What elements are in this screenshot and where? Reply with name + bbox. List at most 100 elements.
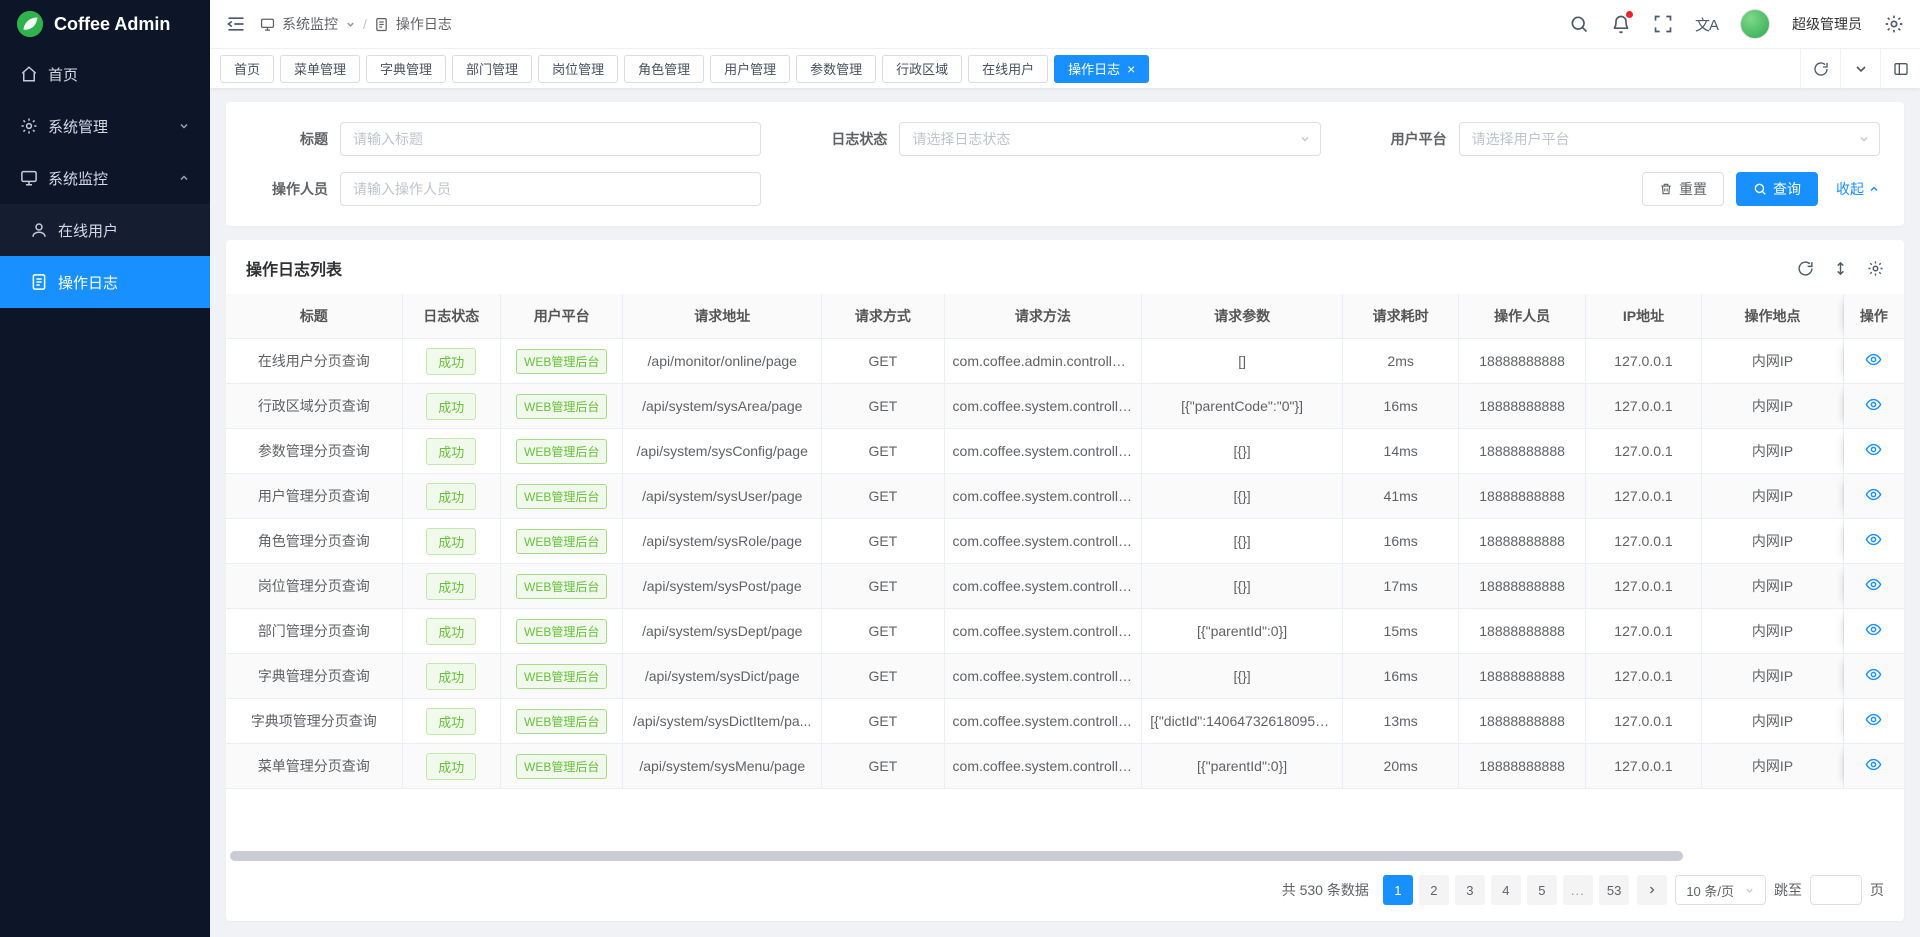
page-button-5[interactable]: 5	[1527, 875, 1557, 905]
tab-9[interactable]: 在线用户	[968, 55, 1048, 83]
user-name[interactable]: 超级管理员	[1792, 14, 1862, 34]
refresh-tab-button[interactable]	[1800, 49, 1840, 89]
page-button-2[interactable]: 2	[1419, 875, 1449, 905]
tab-1[interactable]: 菜单管理	[280, 55, 360, 83]
page-button-53[interactable]: 53	[1599, 875, 1629, 905]
tab-4[interactable]: 岗位管理	[538, 55, 618, 83]
cell-location: 内网IP	[1702, 519, 1844, 564]
app-logo-icon	[16, 10, 44, 38]
cell-status: 成功	[403, 744, 501, 789]
filter-panel: 标题 日志状态 用户平台	[226, 102, 1904, 226]
tab-8[interactable]: 行政区域	[882, 55, 962, 83]
cell-title: 角色管理分页查询	[226, 519, 403, 564]
sidebar-item-system-management[interactable]: 系统管理	[0, 100, 210, 152]
platform-tag: WEB管理后台	[516, 619, 607, 644]
refresh-icon[interactable]	[1797, 260, 1814, 277]
view-icon[interactable]	[1865, 396, 1882, 413]
reset-button[interactable]: 重置	[1642, 172, 1724, 206]
chevron-down-icon	[1853, 61, 1869, 77]
column-header-6: 请求参数	[1142, 294, 1343, 339]
page-button-4[interactable]: 4	[1491, 875, 1521, 905]
view-icon[interactable]	[1865, 531, 1882, 548]
cell-url: /api/system/sysDict/page	[623, 654, 822, 699]
scrollbar-thumb[interactable]	[230, 851, 1683, 861]
cell-url: /api/system/sysConfig/page	[623, 429, 822, 474]
cell-location: 内网IP	[1702, 339, 1844, 384]
cell-method: GET	[822, 654, 944, 699]
page-unit-label: 页	[1870, 880, 1884, 900]
status-tag: 成功	[426, 348, 476, 375]
query-button[interactable]: 查询	[1736, 172, 1818, 206]
view-icon[interactable]	[1865, 621, 1882, 638]
query-button-label: 查询	[1773, 179, 1801, 199]
tab-label: 字典管理	[380, 59, 432, 78]
jump-page-input[interactable]	[1810, 875, 1862, 905]
tab-7[interactable]: 参数管理	[796, 55, 876, 83]
cell-method: GET	[822, 744, 944, 789]
cell-handler: com.coffee.system.controlle...	[945, 654, 1143, 699]
cell-handler: com.coffee.system.controlle...	[945, 744, 1143, 789]
user-platform-select[interactable]	[1459, 122, 1880, 156]
sidebar-item-operation-log[interactable]: 操作日志	[0, 256, 210, 308]
view-icon[interactable]	[1865, 711, 1882, 728]
cell-operator: 18888888888	[1459, 609, 1585, 654]
column-settings-icon[interactable]	[1867, 260, 1884, 277]
cell-status: 成功	[403, 519, 501, 564]
log-status-select[interactable]	[899, 122, 1320, 156]
view-icon[interactable]	[1865, 576, 1882, 593]
tab-actions-dropdown[interactable]	[1840, 49, 1880, 89]
translate-icon[interactable]: 文A	[1695, 14, 1718, 35]
page-button-1[interactable]: 1	[1383, 875, 1413, 905]
sidebar-item-home[interactable]: 首页	[0, 48, 210, 100]
tab-10[interactable]: 操作日志×	[1054, 55, 1149, 83]
next-page-button[interactable]	[1637, 875, 1667, 905]
title-input[interactable]	[340, 122, 761, 156]
fullscreen-icon[interactable]	[1653, 14, 1673, 34]
layout-panel-button[interactable]	[1880, 49, 1920, 89]
cell-operator: 18888888888	[1459, 519, 1585, 564]
page-button-3[interactable]: 3	[1455, 875, 1485, 905]
cell-status: 成功	[403, 699, 501, 744]
cell-location: 内网IP	[1702, 474, 1844, 519]
table-container: 标题日志状态用户平台请求地址请求方式请求方法请求参数请求耗时操作人员IP地址操作…	[226, 294, 1904, 847]
app-logo: Coffee Admin	[0, 0, 210, 48]
tab-6[interactable]: 用户管理	[710, 55, 790, 83]
density-icon[interactable]	[1832, 260, 1849, 277]
cell-handler: com.coffee.system.controlle...	[945, 429, 1143, 474]
settings-gear-icon[interactable]	[1884, 14, 1904, 34]
cell-status: 成功	[403, 474, 501, 519]
collapse-filters-link[interactable]: 收起	[1836, 179, 1880, 199]
view-icon[interactable]	[1865, 441, 1882, 458]
tab-0[interactable]: 首页	[220, 55, 274, 83]
horizontal-scrollbar[interactable]	[230, 851, 1900, 861]
sidebar-item-system-monitor[interactable]: 系统监控	[0, 152, 210, 204]
pager-ellipsis[interactable]: ...	[1563, 875, 1593, 905]
breadcrumb-item[interactable]: 系统监控	[282, 14, 338, 34]
layout-icon	[1893, 61, 1909, 77]
collapse-link-label: 收起	[1836, 179, 1864, 199]
page-size-select[interactable]: 10 条/页	[1675, 875, 1766, 905]
chevron-up-icon	[178, 172, 190, 184]
cell-duration: 16ms	[1343, 519, 1459, 564]
view-icon[interactable]	[1865, 351, 1882, 368]
filter-title-field: 标题	[250, 122, 761, 156]
sidebar-collapse-icon[interactable]	[226, 14, 246, 34]
home-icon	[20, 65, 38, 83]
cell-params: [{}]	[1142, 519, 1343, 564]
search-icon[interactable]	[1569, 14, 1589, 34]
operator-input[interactable]	[340, 172, 761, 206]
view-icon[interactable]	[1865, 486, 1882, 503]
sidebar-item-online-users[interactable]: 在线用户	[0, 204, 210, 256]
notifications-button[interactable]	[1611, 14, 1631, 34]
tab-3[interactable]: 部门管理	[452, 55, 532, 83]
filter-actions: 重置 查询 收起	[809, 172, 1880, 206]
user-avatar[interactable]	[1740, 9, 1770, 39]
view-icon[interactable]	[1865, 756, 1882, 773]
cell-method: GET	[822, 429, 944, 474]
view-icon[interactable]	[1865, 666, 1882, 683]
tab-5[interactable]: 角色管理	[624, 55, 704, 83]
cell-actions	[1844, 564, 1904, 609]
breadcrumb-separator: /	[363, 16, 367, 32]
tab-close-icon[interactable]: ×	[1127, 62, 1135, 76]
tab-2[interactable]: 字典管理	[366, 55, 446, 83]
